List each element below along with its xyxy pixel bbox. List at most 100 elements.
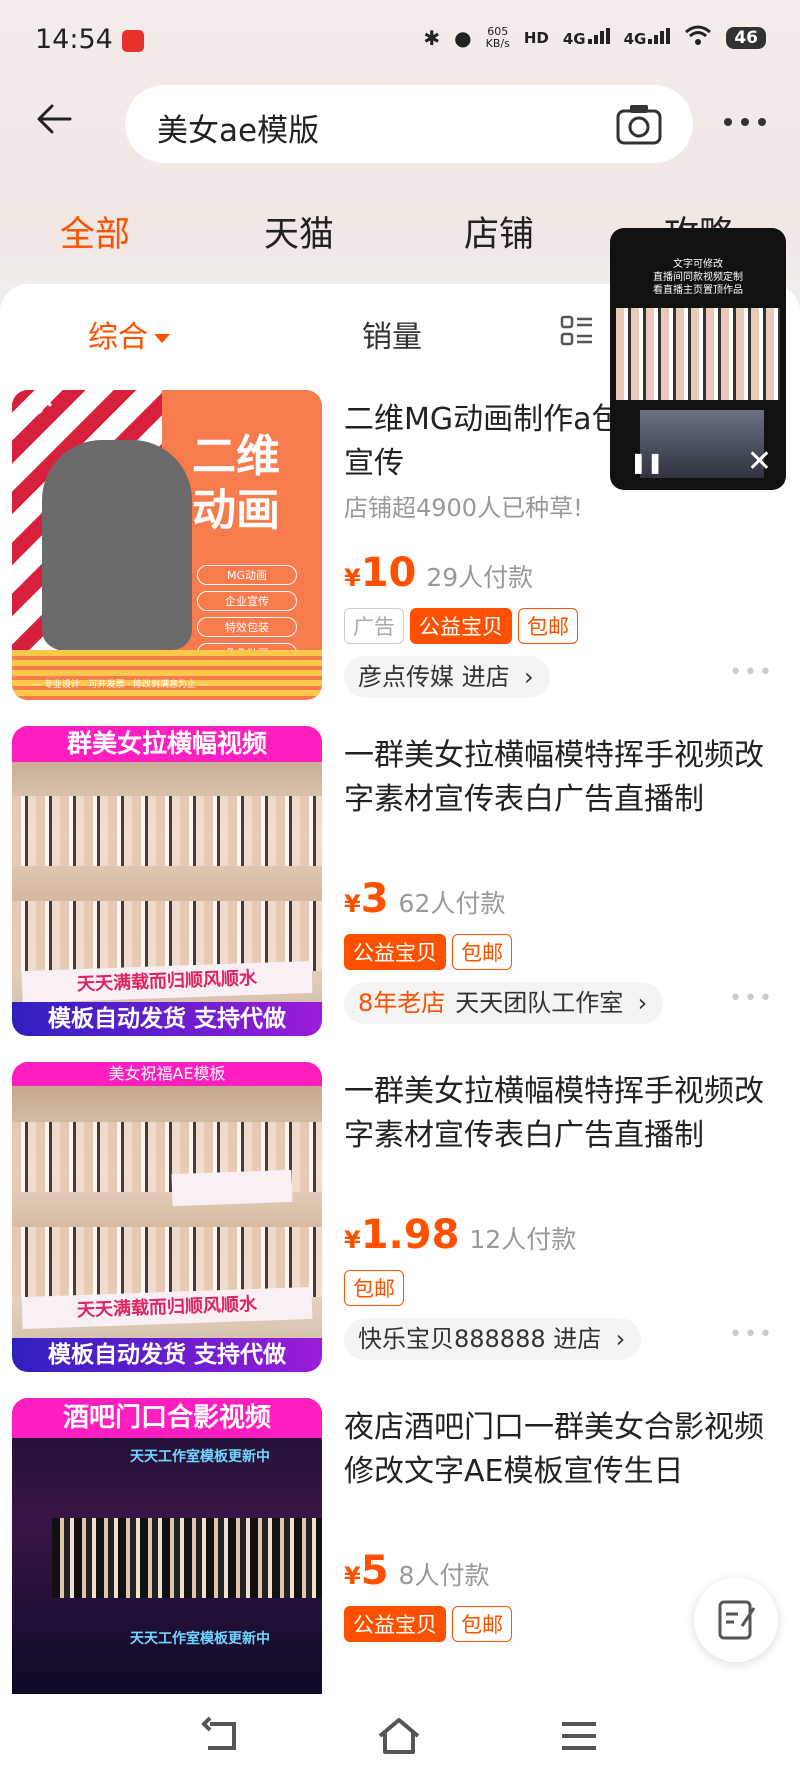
thumb-top-caption: 美女祝福AE模板 bbox=[12, 1062, 322, 1086]
shop-name: 彦点传媒 进店 bbox=[358, 663, 510, 691]
sort-sales[interactable]: 销量 bbox=[362, 312, 422, 356]
more-options-button[interactable] bbox=[722, 112, 768, 132]
thumb-top-caption: 群美女拉横幅视频 bbox=[12, 726, 322, 762]
home-icon bbox=[378, 1718, 420, 1754]
video-caption-line: 文字可修改 bbox=[673, 259, 723, 270]
sim1-label: 4G bbox=[562, 29, 586, 48]
video-frame bbox=[616, 308, 780, 400]
thumb-headline: 二维 动画 bbox=[192, 430, 280, 538]
app-notification-icon bbox=[122, 30, 144, 52]
feedback-button[interactable] bbox=[694, 1578, 778, 1662]
thumb-bottom-caption: 模板自动发货 支持代做 bbox=[12, 1338, 322, 1372]
video-caption-line: 直播间同款视频定制 bbox=[653, 272, 743, 283]
shop-link[interactable]: 彦点传媒 进店 › bbox=[344, 656, 550, 698]
list-view-icon bbox=[560, 315, 592, 346]
tag-list: 广告 公益宝贝 包邮 bbox=[344, 608, 578, 644]
price-value: 5 bbox=[360, 1548, 389, 1594]
price-value: 1.98 bbox=[360, 1212, 460, 1258]
chevron-right-icon: › bbox=[524, 663, 534, 691]
thumb-headline-line1: 二维 bbox=[192, 431, 280, 482]
shop-link[interactable]: 8年老店 天天团队工作室 › bbox=[344, 982, 664, 1024]
sim2-signal: 4G bbox=[623, 27, 671, 48]
camera-search-button[interactable] bbox=[615, 102, 663, 146]
thumb-floor bbox=[12, 650, 322, 700]
product-card[interactable]: 美女祝福AE模板 天天满载而归顺风顺水 模板自动发货 支持代做 一群美女拉横幅模… bbox=[0, 1062, 800, 1392]
tag-list: 公益宝贝 包邮 bbox=[344, 1606, 512, 1642]
price-row: ¥ 1.98 12人付款 bbox=[344, 1212, 576, 1258]
shop-link[interactable]: 快乐宝贝888888 进店 › bbox=[344, 1318, 642, 1360]
thumb-neon-sign: 天天工作室模板更新中 bbox=[130, 1449, 270, 1465]
nav-home-button[interactable] bbox=[376, 1716, 422, 1756]
bluetooth-icon: ✱ bbox=[423, 25, 441, 50]
camera-icon bbox=[616, 105, 662, 145]
sales-count: 29人付款 bbox=[426, 563, 534, 592]
tab-shops[interactable]: 店铺 bbox=[464, 206, 534, 257]
close-icon[interactable]: ✕ bbox=[747, 444, 772, 479]
thumb-headline-line2: 动画 bbox=[192, 485, 280, 536]
tab-all[interactable]: 全部 bbox=[60, 206, 130, 257]
price-value: 3 bbox=[360, 876, 389, 922]
sales-count: 12人付款 bbox=[469, 1225, 577, 1254]
item-more-button[interactable]: ••• bbox=[729, 986, 774, 1011]
thumb-crowd bbox=[12, 796, 322, 866]
thumb-neon-sign: 天天工作室模板更新中 bbox=[130, 1631, 270, 1647]
tag-list: 公益宝贝 包邮 bbox=[344, 934, 512, 970]
caret-down-icon bbox=[154, 334, 170, 343]
product-card[interactable]: 酒吧门口合影视频 天天工作室模板更新中 天天工作室模板更新中 夜店酒吧门口一群美… bbox=[0, 1398, 800, 1694]
thumb-crowd bbox=[12, 1227, 322, 1297]
product-thumbnail: HOT 二维 动画 MG动画 企业宣传 特效包装 角色动画 — 专业设计 · 可… bbox=[12, 390, 322, 700]
free-shipping-tag: 包邮 bbox=[452, 934, 512, 970]
location-icon: ● bbox=[454, 25, 472, 50]
sort-comprehensive[interactable]: 综合 bbox=[88, 312, 170, 356]
search-input[interactable]: 美女ae模版 bbox=[125, 85, 693, 163]
results-panel: 综合 销量 HOT 二维 动画 MG动画 企业宣传 特效包装 角色动画 — 专业… bbox=[0, 284, 800, 1694]
ad-tag: 广告 bbox=[344, 608, 404, 644]
sort-comprehensive-label: 综合 bbox=[88, 320, 148, 355]
tab-tmall[interactable]: 天猫 bbox=[264, 206, 334, 257]
thumb-top-caption: 酒吧门口合影视频 bbox=[12, 1398, 322, 1438]
battery-indicator: 46 bbox=[726, 26, 766, 49]
product-title: 夜店酒吧门口一群美女合影视频修改文字AE模板宣传生日 bbox=[344, 1410, 764, 1489]
charity-tag: 公益宝贝 bbox=[344, 1606, 446, 1642]
chevron-right-icon: › bbox=[637, 989, 648, 1017]
sim1-signal: 4G bbox=[562, 27, 610, 48]
back-button[interactable] bbox=[36, 104, 86, 144]
nav-back-button[interactable] bbox=[198, 1716, 244, 1756]
product-card[interactable]: 群美女拉横幅视频 天天满载而归顺风顺水 模板自动发货 支持代做 一群美女拉横幅模… bbox=[0, 726, 800, 1056]
product-thumbnail: 酒吧门口合影视频 天天工作室模板更新中 天天工作室模板更新中 bbox=[12, 1398, 322, 1694]
price-row: ¥ 3 62人付款 bbox=[344, 876, 505, 922]
menu-icon bbox=[562, 1722, 596, 1750]
free-shipping-tag: 包邮 bbox=[344, 1270, 404, 1306]
pause-icon[interactable]: ❚❚ bbox=[630, 450, 664, 474]
price-symbol: ¥ bbox=[344, 1226, 361, 1254]
item-more-button[interactable]: ••• bbox=[729, 1322, 774, 1347]
nav-menu-button[interactable] bbox=[556, 1716, 602, 1756]
charity-tag: 公益宝贝 bbox=[344, 934, 446, 970]
product-subtitle: 店铺超4900人已种草! bbox=[344, 494, 583, 522]
wifi-icon bbox=[684, 24, 712, 51]
search-query: 美女ae模版 bbox=[157, 113, 320, 149]
shop-name: 天天团队工作室 bbox=[455, 989, 624, 1017]
thumb-character bbox=[42, 440, 192, 650]
floating-video-player[interactable]: 文字可修改 直播间同款视频定制 看直播主页置顶作品 ❚❚ ✕ bbox=[610, 228, 786, 490]
thumb-menu-item: 特效包装 bbox=[197, 617, 297, 637]
sim2-label: 4G bbox=[623, 29, 647, 48]
chevron-right-icon: › bbox=[615, 1325, 626, 1353]
net-speed: 605 KB/s bbox=[485, 25, 510, 50]
tag-list: 包邮 bbox=[344, 1270, 404, 1306]
product-title: 一群美女拉横幅模特挥手视频改字素材宣传表白广告直播制 bbox=[344, 738, 764, 817]
thumb-footer: — 专业设计 · 可开发票 · 修改到满意为止 — bbox=[32, 680, 208, 690]
net-speed-unit: KB/s bbox=[485, 36, 510, 50]
status-time: 14:54 bbox=[35, 24, 113, 55]
system-nav-bar bbox=[0, 1694, 800, 1778]
thumb-small-banner bbox=[171, 1169, 293, 1207]
status-bar: 14:54 ✱ ● 605 KB/s HD 4G 4G 46 bbox=[0, 0, 800, 80]
edit-note-icon bbox=[718, 1600, 756, 1640]
layout-toggle-button[interactable] bbox=[560, 314, 594, 348]
more-dots-icon bbox=[724, 118, 766, 126]
nav-back-icon bbox=[201, 1716, 236, 1750]
thumb-bottom-caption: 模板自动发货 支持代做 bbox=[12, 1002, 322, 1036]
item-more-button[interactable]: ••• bbox=[729, 660, 774, 685]
hd-icon: HD bbox=[523, 28, 549, 47]
free-shipping-tag: 包邮 bbox=[518, 608, 578, 644]
